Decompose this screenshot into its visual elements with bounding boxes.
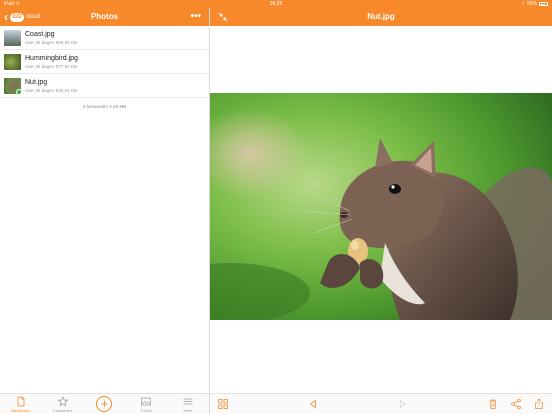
star-icon xyxy=(57,396,69,407)
more-button[interactable]: ••• xyxy=(190,11,201,22)
file-name: Coast.jpg xyxy=(25,31,55,38)
menu-icon xyxy=(183,398,193,405)
synced-check-icon xyxy=(16,89,22,95)
tab-favorites[interactable]: Favorieten xyxy=(42,394,84,414)
share-icon[interactable] xyxy=(510,398,522,410)
previous-icon[interactable] xyxy=(307,398,319,410)
file-thumbnail xyxy=(4,30,21,46)
tab-files[interactable]: Bestanden xyxy=(0,394,42,414)
file-meta: over 30 dagen 577,92 KB xyxy=(25,64,78,69)
files-header: ‹ GO cloud Photos ••• xyxy=(0,8,209,26)
file-name: Hummingbird.jpg xyxy=(25,55,78,62)
file-name: Nut.jpg xyxy=(25,79,48,86)
tab-add[interactable]: + xyxy=(84,394,126,414)
file-icon xyxy=(17,396,25,407)
grid-icon[interactable] xyxy=(217,398,229,410)
folder-summary: 3 bestanden 2,25 MB xyxy=(82,104,127,109)
file-row[interactable]: Coast.jpg over 30 dagen 800,05 KB xyxy=(0,26,209,50)
status-bar: iPad ᯤ 09:28 ᛒ 55% xyxy=(0,0,552,8)
file-meta: over 30 dagen 932,04 KB xyxy=(25,88,78,93)
tab-more[interactable]: Meer xyxy=(167,394,209,414)
file-row[interactable]: Nut.jpg over 30 dagen 932,04 KB xyxy=(0,74,209,98)
battery-percent: 55% xyxy=(526,1,537,7)
file-thumbnail xyxy=(4,54,21,70)
photo-icon xyxy=(141,397,152,406)
file-title: Nut.jpg xyxy=(367,12,395,21)
tab-label: Bestanden xyxy=(11,408,31,413)
tab-label: Foto's xyxy=(140,408,152,413)
file-list: Coast.jpg over 30 dagen 800,05 KB Hummin… xyxy=(0,26,209,98)
clock: 09:28 xyxy=(269,1,283,7)
squirrel-photo[interactable] xyxy=(210,93,552,320)
tab-bar: Bestanden Favorieten + Foto's Meer xyxy=(0,393,209,414)
tab-label: Favorieten xyxy=(53,408,73,413)
battery-indicator: ᛒ 55% xyxy=(522,1,548,7)
battery-icon xyxy=(539,2,548,6)
tab-photos[interactable]: Foto's xyxy=(125,394,167,414)
preview-header: Nut.jpg xyxy=(210,8,552,26)
next-icon[interactable] xyxy=(397,398,409,410)
tab-label: Meer xyxy=(183,408,193,413)
trash-icon[interactable] xyxy=(487,398,499,410)
preview-toolbar xyxy=(210,393,552,414)
folder-title: Photos xyxy=(90,12,119,21)
file-row[interactable]: Hummingbird.jpg over 30 dagen 577,92 KB xyxy=(0,50,209,74)
app-window: iPad ᯤ 09:28 ᛒ 55% ‹ GO cloud Photos •••… xyxy=(0,0,552,414)
export-icon[interactable] xyxy=(533,398,545,410)
file-meta: over 30 dagen 800,05 KB xyxy=(25,40,78,45)
bluetooth-icon: ᛒ xyxy=(521,1,525,7)
add-icon: + xyxy=(96,396,113,412)
